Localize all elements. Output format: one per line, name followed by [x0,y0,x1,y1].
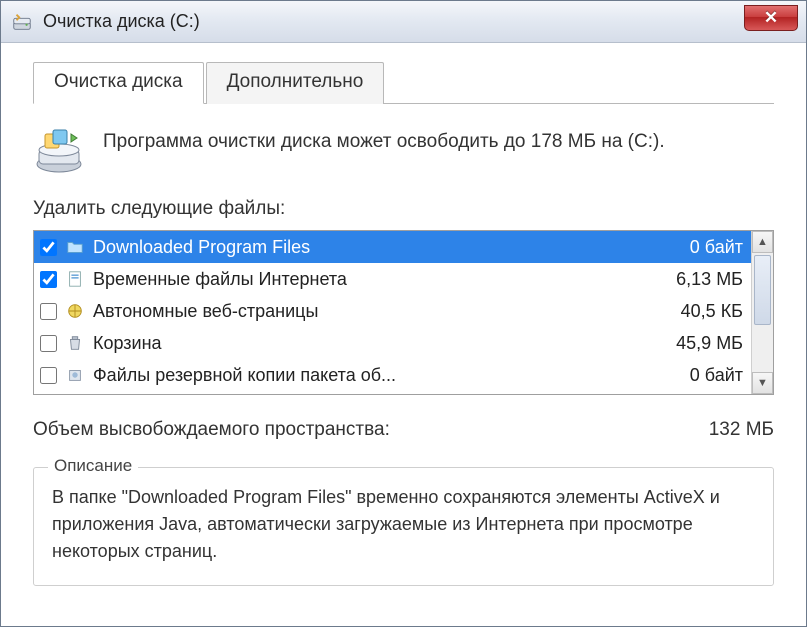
scroll-track[interactable] [752,253,773,372]
file-checkbox[interactable] [40,335,57,352]
list-item[interactable]: Downloaded Program Files 0 байт [34,231,751,263]
file-name: Автономные веб-страницы [93,301,645,322]
tab-more-options[interactable]: Дополнительно [206,62,385,104]
tab-cleanup[interactable]: Очистка диска [33,62,204,104]
package-icon [65,365,85,385]
client-area: Очистка диска Дополнительно Программа оч… [1,43,806,626]
list-item[interactable]: Файлы резервной копии пакета об... 0 бай… [34,359,751,391]
freeable-value: 132 МБ [709,419,774,441]
file-size: 45,9 МБ [653,333,743,354]
file-checkbox[interactable] [40,303,57,320]
titlebar[interactable]: Очистка диска (C:) ✕ [1,1,806,43]
file-checkbox[interactable] [40,271,57,288]
freeable-label: Объем высвобождаемого пространства: [33,419,390,441]
globe-icon [65,301,85,321]
file-list-label: Удалить следующие файлы: [33,198,774,220]
disk-cleanup-icon [11,11,33,33]
page-icon [65,269,85,289]
list-item[interactable]: Корзина 45,9 МБ [34,327,751,359]
disk-cleanup-large-icon [33,128,85,174]
file-list-rows: Downloaded Program Files 0 байт Временны… [34,231,751,394]
description-group: Описание В папке "Downloaded Program Fil… [33,467,774,586]
folder-icon [65,237,85,257]
file-name: Временные файлы Интернета [93,269,645,290]
close-button[interactable]: ✕ [744,5,798,31]
description-text: В папке "Downloaded Program Files" време… [52,484,755,565]
file-name: Файлы резервной копии пакета об... [93,365,645,386]
scroll-down-button[interactable]: ▼ [752,372,773,394]
list-item[interactable]: Автономные веб-страницы 40,5 КБ [34,295,751,327]
tab-strip: Очистка диска Дополнительно [33,61,774,104]
disk-cleanup-window: Очистка диска (C:) ✕ Очистка диска Допол… [0,0,807,627]
file-name: Downloaded Program Files [93,237,645,258]
file-checkbox[interactable] [40,239,57,256]
window-title: Очистка диска (C:) [43,11,200,32]
file-size: 40,5 КБ [653,301,743,322]
file-list: Downloaded Program Files 0 байт Временны… [33,230,774,395]
file-checkbox[interactable] [40,367,57,384]
file-size: 6,13 МБ [653,269,743,290]
file-name: Корзина [93,333,645,354]
scroll-up-button[interactable]: ▲ [752,231,773,253]
recycle-bin-icon [65,333,85,353]
file-list-scrollbar[interactable]: ▲ ▼ [751,231,773,394]
scroll-thumb[interactable] [754,255,771,325]
close-icon: ✕ [764,8,778,28]
freeable-row: Объем высвобождаемого пространства: 132 … [33,419,774,441]
file-size: 0 байт [653,237,743,258]
intro-row: Программа очистки диска может освободить… [33,128,774,174]
file-size: 0 байт [653,365,743,386]
list-item[interactable]: Временные файлы Интернета 6,13 МБ [34,263,751,295]
description-legend: Описание [48,456,138,476]
intro-text: Программа очистки диска может освободить… [103,128,665,156]
